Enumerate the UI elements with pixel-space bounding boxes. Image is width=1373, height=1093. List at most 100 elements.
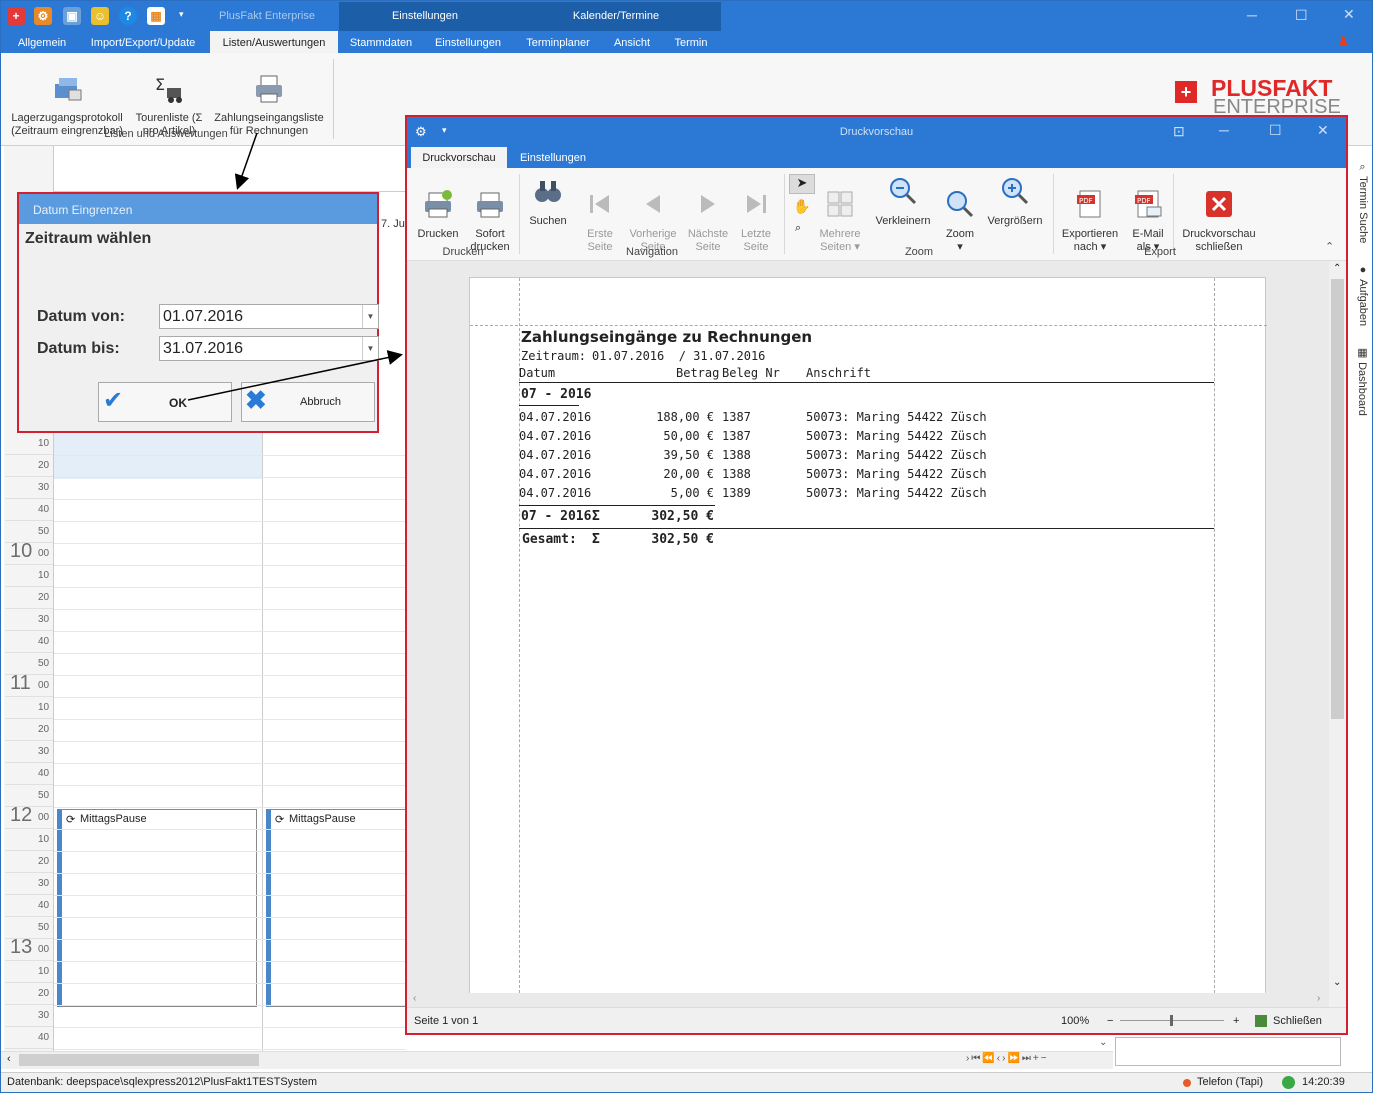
date-from-input[interactable]: 01.07.2016 ▼ — [159, 304, 379, 329]
pdf-export-icon: PDF — [1077, 190, 1101, 218]
time-slot: 20 — [5, 587, 53, 609]
ok-button[interactable]: ✔ OK — [98, 382, 232, 422]
recurring-icon: ⟳ — [66, 814, 76, 826]
scroll-right-icon[interactable]: › — [1317, 993, 1320, 1004]
tab-allgemein[interactable]: Allgemein — [7, 31, 77, 53]
slot-line — [54, 609, 406, 610]
context-tab-einstellungen[interactable]: Einstellungen — [339, 2, 511, 33]
scroll-left-icon[interactable]: ‹ — [7, 1053, 11, 1065]
slot-line — [54, 631, 406, 632]
row-anschrift: 50073: Maring 54422 Züsch — [806, 429, 987, 443]
time-slot: 10 — [5, 565, 53, 587]
minute-label: 10 — [38, 438, 50, 449]
zoom-level: 100% — [1061, 1015, 1090, 1027]
slot-line — [54, 521, 406, 522]
appointment-mittagspause-1[interactable]: ⟳ MittagsPause — [57, 809, 257, 1007]
time-slot: 30 — [5, 741, 53, 763]
preview-status-bar: Seite 1 von 1 100% − + Schließen — [407, 1007, 1346, 1033]
quick-access-dropdown-icon[interactable]: ▾ — [179, 9, 184, 20]
scrollbar-thumb[interactable] — [19, 1054, 259, 1066]
date-from-dropdown-icon[interactable]: ▼ — [362, 305, 378, 328]
report-title: Zahlungseingänge zu Rechnungen — [521, 328, 813, 346]
side-tab-dashboard[interactable]: ▦ Dashboard — [1347, 346, 1369, 426]
side-tab-aufgaben[interactable]: ● Aufgaben — [1347, 264, 1369, 334]
help-icon[interactable]: ? — [119, 7, 137, 25]
status-bar: Datenbank: deepspace\sqlexpress2012\Plus… — [1, 1072, 1372, 1092]
slot-line — [54, 807, 406, 808]
preview-vertical-scrollbar[interactable]: ⌃ ⌄ — [1329, 261, 1346, 1007]
time-slot: 10 00 — [5, 540, 53, 565]
app-logo-icon[interactable]: + — [7, 7, 25, 25]
maximize-icon[interactable]: ☐ — [1295, 7, 1308, 24]
collapse-ribbon-icon[interactable]: ⌃ — [1325, 240, 1334, 253]
zoom-slider-thumb[interactable] — [1170, 1015, 1173, 1026]
date-to-dropdown-icon[interactable]: ▼ — [362, 337, 378, 360]
row-amount: 5,00 € — [670, 486, 714, 500]
tab-stammdaten[interactable]: Stammdaten — [340, 31, 422, 53]
user-icon[interactable]: ♟ — [1337, 33, 1350, 50]
appointment-mittagspause-2[interactable]: ⟳ MittagsPause — [266, 809, 406, 1007]
preview-scroll-thumb[interactable] — [1331, 279, 1344, 719]
calendar-quick-icon[interactable]: ▦ — [147, 7, 165, 25]
minute-label: 30 — [38, 614, 50, 625]
logo-text-2: ENTERPRISE — [1213, 98, 1341, 115]
tab-preview-einstellungen[interactable]: Einstellungen — [511, 147, 595, 168]
phone-status[interactable]: Telefon (Tapi) — [1197, 1073, 1263, 1092]
preview-horizontal-scrollbar[interactable]: ‹ › — [407, 993, 1329, 1007]
drucken-button[interactable]: Drucken — [413, 176, 463, 254]
calendar-nav-icons[interactable]: ›⏮⏪‹›⏩⏭+− — [966, 1053, 1049, 1064]
slot-line — [54, 1027, 406, 1028]
horizontal-scrollbar[interactable]: ‹ ›⏮⏪‹›⏩⏭+− — [1, 1051, 1113, 1069]
scroll-up-icon[interactable]: ⌃ — [1333, 263, 1341, 274]
row-amount: 20,00 € — [663, 467, 714, 481]
selected-slot[interactable] — [54, 433, 262, 479]
time-slot: 40 — [5, 1027, 53, 1049]
vergroessern-label: Vergrößern — [987, 215, 1043, 227]
scroll-left-icon[interactable]: ‹ — [413, 993, 416, 1004]
zoom-plus-icon[interactable]: + — [1233, 1008, 1239, 1034]
minimize-icon[interactable]: ─ — [1247, 7, 1257, 23]
minute-label: 00 — [38, 944, 50, 955]
report-page: Zahlungseingänge zu Rechnungen Zeitraum:… — [469, 277, 1267, 998]
users-icon[interactable]: ☺ — [91, 7, 109, 25]
dropdown-icon[interactable]: ⌄ — [1099, 1037, 1107, 1048]
tab-import-export[interactable]: Import/Export/Update — [81, 31, 205, 53]
suchen-button[interactable]: Suchen — [523, 176, 573, 228]
preview-title-bar: ⚙ ▾ Druckvorschau ⊡ ─ ☐ ✕ — [407, 117, 1346, 147]
time-slot: 20 — [5, 719, 53, 741]
context-tab-kalender[interactable]: Kalender/Termine — [511, 2, 721, 33]
tab-listen-auswertungen[interactable]: Listen/Auswertungen — [210, 31, 338, 53]
preview-close-icon[interactable]: ✕ — [1317, 122, 1329, 139]
vergroessern-button[interactable]: Vergrößern — [985, 176, 1045, 228]
close-preview-link[interactable]: Schließen — [1273, 1008, 1322, 1034]
tools-icon[interactable]: ⚙ — [34, 7, 52, 25]
pointer-tool-icon[interactable]: ➤ — [789, 174, 815, 194]
zoom-minus-icon[interactable]: − — [1107, 1008, 1113, 1034]
minute-label: 30 — [38, 1010, 50, 1021]
tab-druckvorschau[interactable]: Druckvorschau — [411, 147, 507, 168]
minute-label: 30 — [38, 746, 50, 757]
hand-tool-icon[interactable]: ✋ — [793, 198, 810, 215]
close-icon[interactable]: ✕ — [1343, 6, 1355, 23]
multiple-pages-icon — [827, 191, 853, 217]
magnifier-tool-icon[interactable]: ⌕ — [795, 222, 801, 235]
preview-canvas: Zahlungseingänge zu Rechnungen Zeitraum:… — [407, 261, 1346, 1007]
date-to-input[interactable]: 31.07.2016 ▼ — [159, 336, 379, 361]
tab-termin[interactable]: Termin — [663, 31, 719, 53]
tab-einstellungen[interactable]: Einstellungen — [425, 31, 511, 53]
phone-status-icon — [1183, 1079, 1191, 1087]
time-slot: 20 — [5, 983, 53, 1005]
previous-page-icon — [646, 195, 660, 213]
scroll-down-icon[interactable]: ⌄ — [1333, 977, 1341, 988]
tab-terminplaner[interactable]: Terminplaner — [515, 31, 601, 53]
group-zoom: Zoom — [904, 246, 934, 258]
minute-label: 10 — [38, 570, 50, 581]
cancel-button[interactable]: ✖ Abbruch — [241, 382, 375, 422]
image-icon[interactable]: ▣ — [63, 7, 81, 25]
side-tab-termin-suche[interactable]: ⌕ Termin Suche — [1347, 162, 1369, 252]
preview-minimize-icon[interactable]: ─ — [1219, 122, 1229, 138]
tab-ansicht[interactable]: Ansicht — [606, 31, 658, 53]
preview-maximize-icon[interactable]: ☐ — [1269, 122, 1282, 139]
verkleinern-button[interactable]: Verkleinern — [873, 176, 933, 228]
preview-restore-icon[interactable]: ⊡ — [1173, 123, 1185, 140]
